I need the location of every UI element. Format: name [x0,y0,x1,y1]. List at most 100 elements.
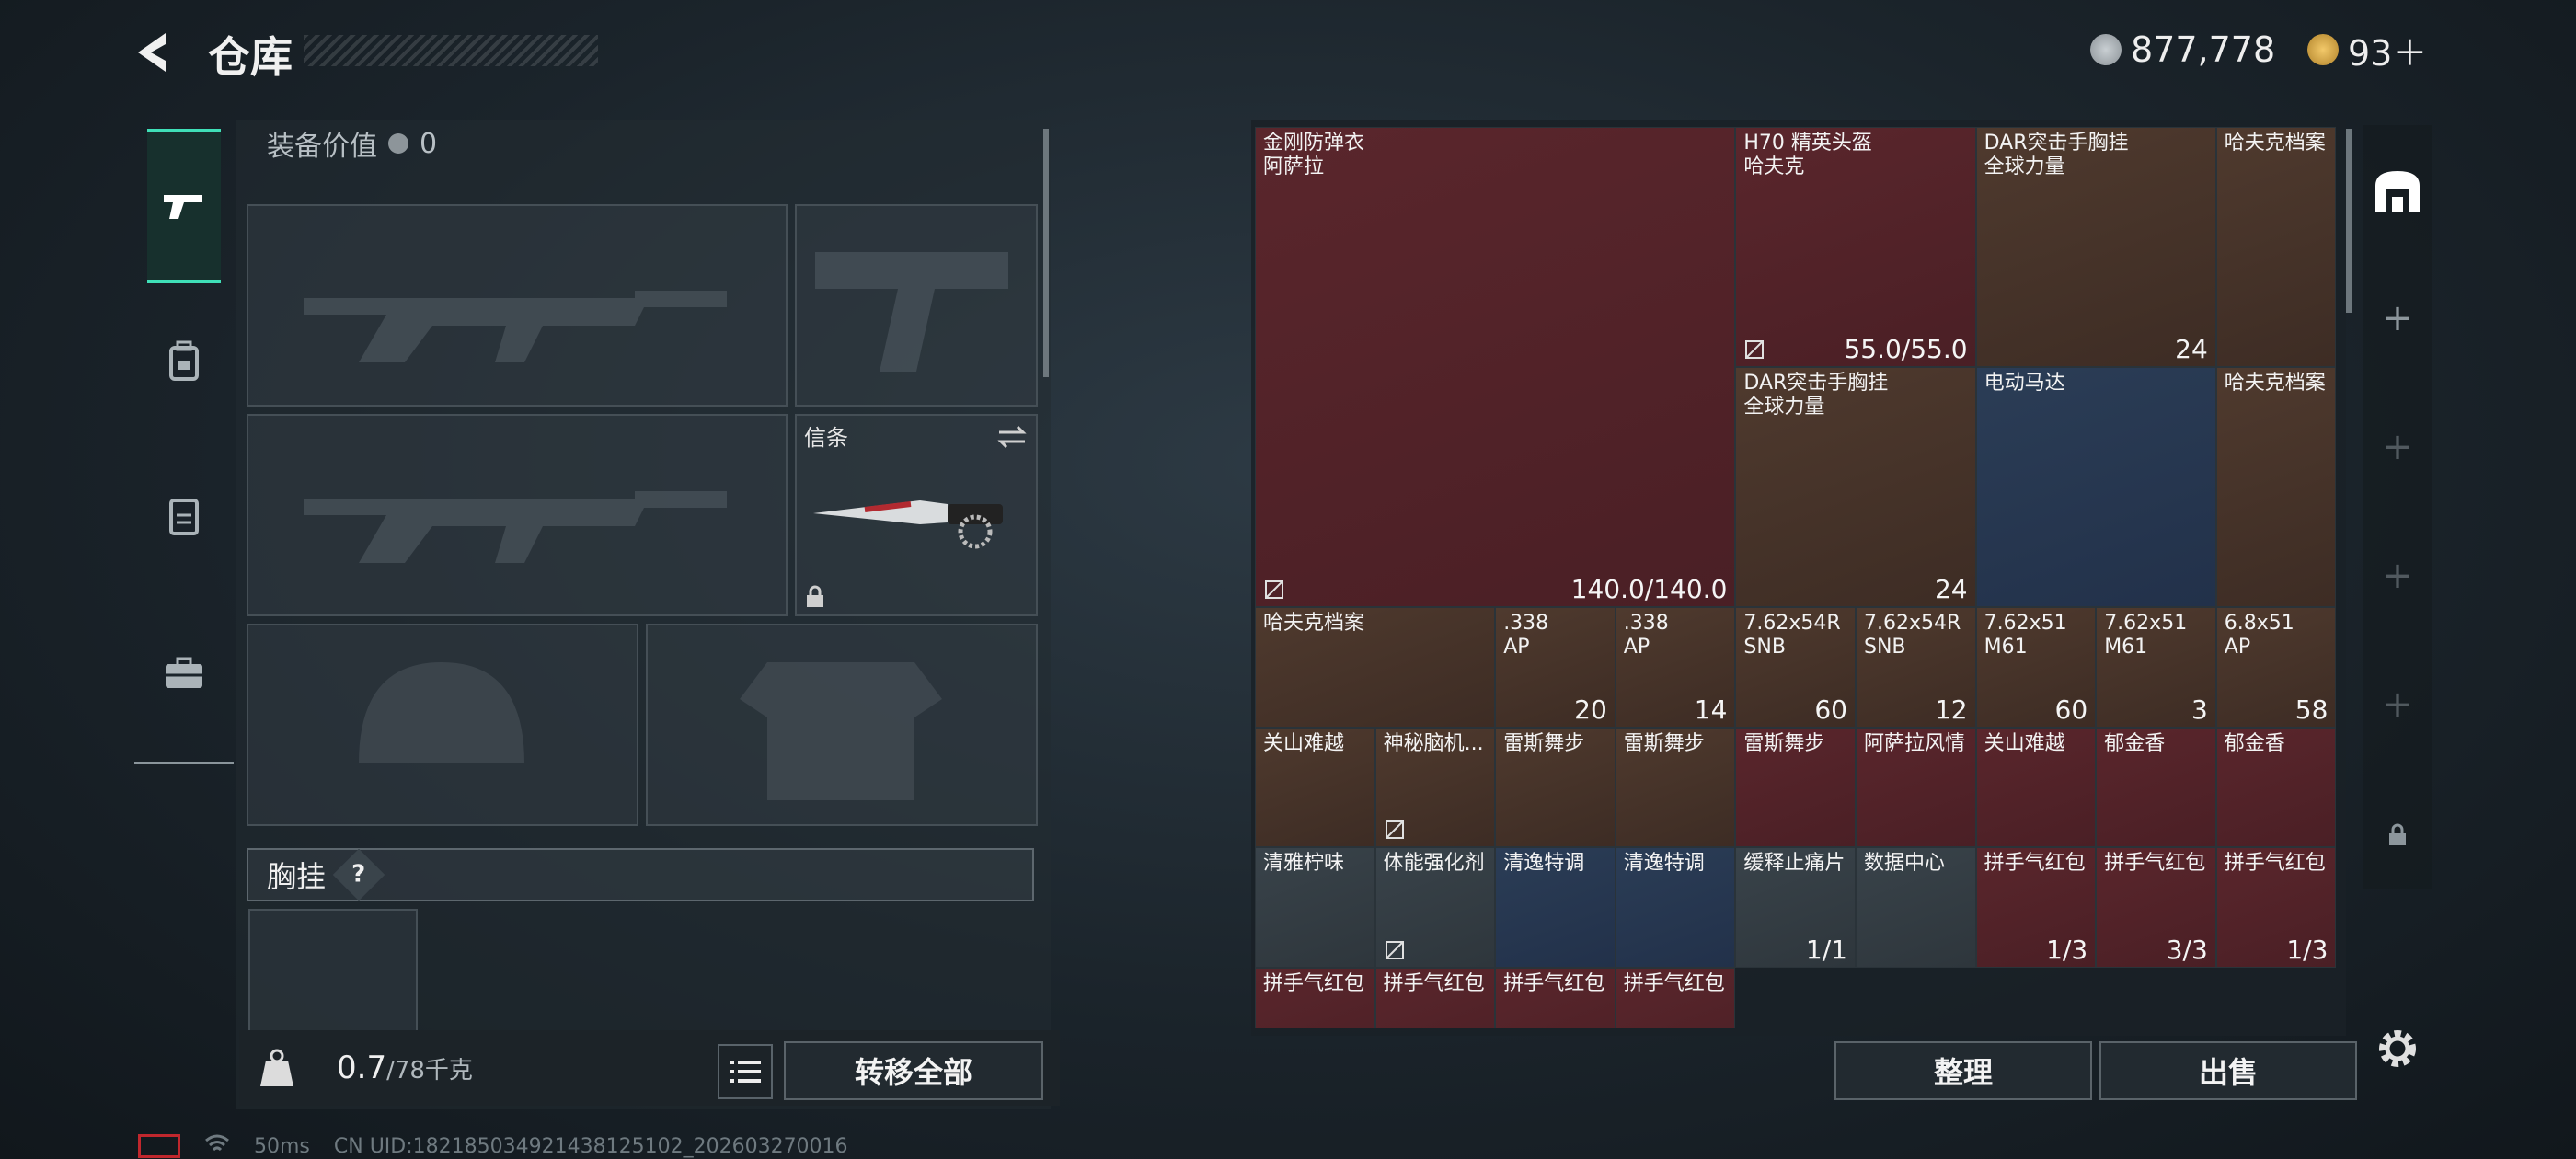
warehouse-item[interactable]: 7.62x54R SNB 60 [1735,607,1856,728]
storage-tab-add-1[interactable]: + [2372,293,2423,344]
wifi-icon [204,1133,230,1159]
tab-weapons[interactable] [147,129,221,283]
tab-case[interactable] [147,600,221,747]
back-arrow-icon [138,33,166,72]
warehouse-item[interactable]: 雷斯舞步 [1495,727,1616,847]
transfer-all-button[interactable]: 转移全部 [784,1041,1043,1100]
equipment-value-label: 装备价值 [267,131,377,163]
item-count: 3/3 [2166,934,2208,965]
warehouse-item[interactable]: 拼手气红包 1/3 [1975,847,2097,968]
sell-button[interactable]: 出售 [2099,1041,2357,1100]
item-count: 24 [2175,334,2208,364]
warehouse-item[interactable]: 清逸特调 [1615,847,1736,968]
warehouse-item[interactable]: 关山难越 [1255,727,1375,847]
battery-icon [138,1134,180,1158]
storage-tab-add-2[interactable]: + [2372,421,2423,473]
tab-backpack[interactable] [147,287,221,434]
warehouse-scrollbar[interactable] [2346,129,2352,313]
warehouse-item[interactable]: 拼手气红包 3/3 [2096,847,2216,968]
storage-tab-add-4[interactable]: + [2372,679,2423,730]
storage-tab-main[interactable] [2372,166,2423,217]
item-name: 关山难越 [1984,731,2065,755]
warehouse-item[interactable]: DAR突击手胸挂 全球力量 24 [1975,127,2216,367]
list-icon [730,1061,761,1083]
warehouse-item[interactable]: 7.62x51 M61 60 [1975,607,2097,728]
pistol-silhouette-icon [815,252,1008,372]
page-title: 仓库 [208,32,293,82]
item-name: 7.62x54R SNB [1743,612,1841,659]
warehouse-item[interactable]: 关山难越 [1975,727,2097,847]
warehouse-item[interactable]: 拼手气红包 1/3 [2215,847,2337,968]
coin-icon [2090,34,2122,65]
warehouse-item[interactable]: 清逸特调 [1495,847,1616,968]
warehouse-item[interactable]: 拼手气红包 [1255,967,1375,1028]
warehouse-grid: 金刚防弹衣 阿萨拉 140.0/140.0 H70 精英头盔 哈夫克 55.0/55.… [1255,127,2337,1028]
warehouse-item[interactable]: 阿萨拉风情 [1856,727,1976,847]
organize-button[interactable]: 整理 [1834,1041,2092,1100]
gem-balance[interactable]: 93＋ [2307,28,2428,74]
melee-slot[interactable]: 信条 [795,414,1038,616]
warehouse-item[interactable]: 电动马达 [1975,367,2216,607]
warehouse-item[interactable]: 雷斯舞步 [1735,727,1856,847]
item-name: 6.8x51 AP [2224,612,2294,659]
warehouse-item[interactable]: .338 AP 14 [1615,607,1736,728]
back-button[interactable] [129,28,184,77]
sidearm-slot[interactable] [795,204,1038,407]
uid-text: CN UID:182185034921438125102_20260327001… [333,1134,848,1158]
item-name: 拼手气红包 [1623,971,1725,995]
warehouse-item[interactable]: 郁金香 [2215,727,2337,847]
warehouse-item[interactable]: 7.62x54R SNB 12 [1856,607,1976,728]
warehouse-item[interactable]: DAR突击手胸挂 全球力量 24 [1735,367,1976,607]
warehouse-item[interactable]: 体能强化剂 [1374,847,1496,968]
ping-text: 50ms [254,1134,310,1158]
equipment-scrollbar[interactable] [1043,129,1049,377]
storage-tab-locked[interactable] [2372,809,2423,861]
item-name: 哈夫克档案 [2224,372,2326,395]
warehouse-item[interactable]: 数据中心 [1856,847,1976,968]
armor-silhouette-icon [740,662,942,800]
tab-vest[interactable] [147,442,221,589]
warehouse-item[interactable]: 7.62x51 M61 3 [2096,607,2216,728]
primary-weapon-slot[interactable] [247,204,788,407]
list-view-button[interactable] [718,1044,773,1099]
secondary-weapon-slot[interactable] [247,414,788,616]
item-name: DAR突击手胸挂 全球力量 [1743,372,1889,419]
warehouse-item[interactable]: .338 AP 20 [1495,607,1616,728]
warehouse-item[interactable]: 哈夫克档案 [1255,607,1496,728]
gear-icon [2379,1030,2416,1067]
weight-icon [239,1030,315,1106]
settings-button[interactable] [2372,1023,2423,1074]
swap-icon[interactable] [995,423,1029,451]
vest-icon [169,499,199,535]
armor-slot[interactable] [646,624,1038,826]
item-count: 24 [1934,574,1968,604]
warehouse-item[interactable]: 清雅柠味 [1255,847,1375,968]
warehouse-item[interactable]: 拼手气红包 [1615,967,1736,1028]
item-name: .338 AP [1623,612,1669,659]
rifle-silhouette-icon [304,291,727,362]
item-count: 60 [1814,694,1847,725]
item-name: 哈夫克档案 [1263,612,1365,635]
storage-tab-add-3[interactable]: + [2372,550,2423,602]
warehouse-item[interactable]: 神秘脑机... [1374,727,1496,847]
item-count: 60 [2054,694,2088,725]
title-decoration [304,35,598,66]
item-count: 1/1 [1805,934,1847,965]
warehouse-item[interactable]: 拼手气红包 [1495,967,1616,1028]
warehouse-item[interactable]: 郁金香 [2096,727,2216,847]
warehouse-item[interactable]: 金刚防弹衣 阿萨拉 140.0/140.0 [1255,127,1736,607]
warehouse-item[interactable]: H70 精英头盔 哈夫克 55.0/55.0 [1735,127,1976,367]
chest-rig-slot[interactable] [248,909,418,1032]
item-name: 阿萨拉风情 [1864,731,1966,755]
warehouse-item[interactable]: 拼手气红包 [1374,967,1496,1028]
helmet-slot[interactable] [247,624,638,826]
warehouse-item[interactable]: 缓释止痛片 1/1 [1735,847,1856,968]
warehouse-item[interactable]: 雷斯舞步 [1615,727,1736,847]
warehouse-item[interactable]: 哈夫克档案 [2215,367,2337,607]
warehouse-item[interactable]: 6.8x51 AP 58 [2215,607,2337,728]
gem-amount: 93＋ [2348,32,2428,74]
item-count: 20 [1574,694,1607,725]
item-name: 拼手气红包 [1263,971,1365,995]
warehouse-item[interactable]: 哈夫克档案 [2215,127,2337,367]
help-icon[interactable]: ? [332,848,385,901]
